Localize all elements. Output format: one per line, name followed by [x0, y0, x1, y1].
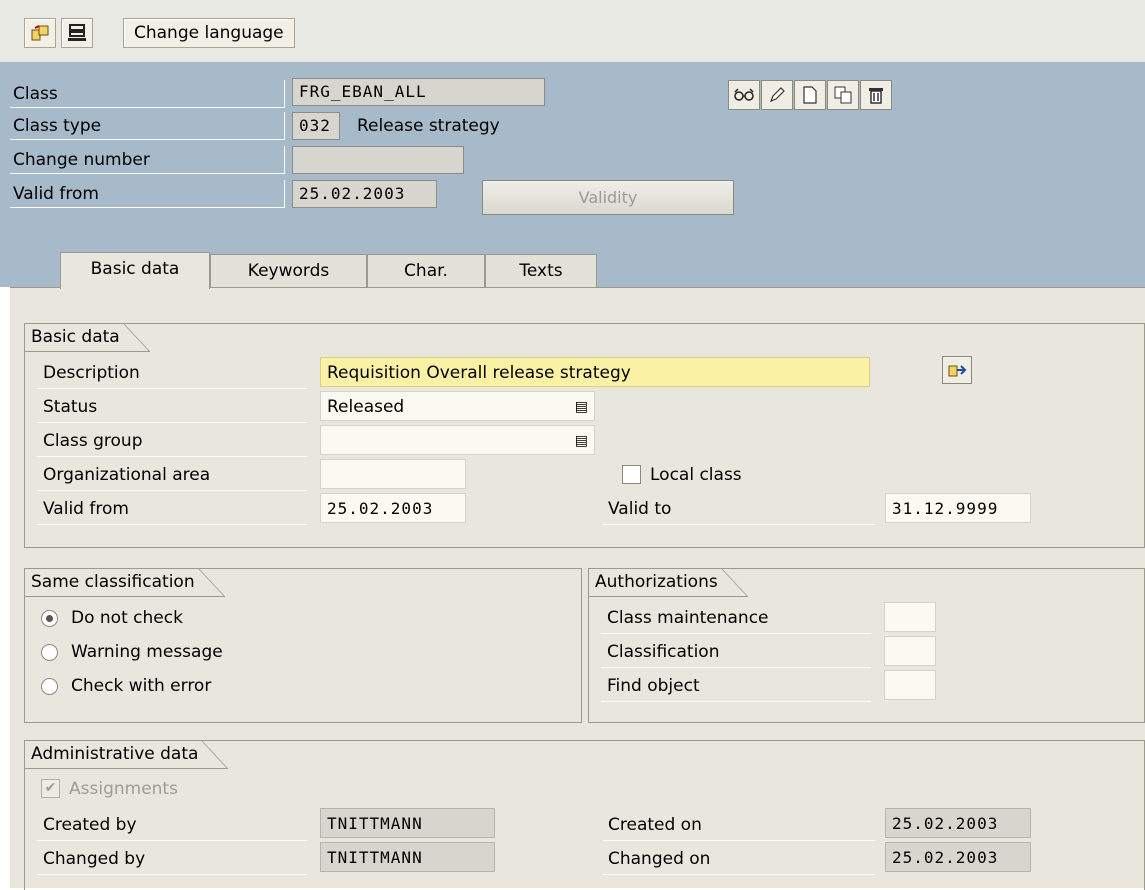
changed-by-label: Changed by: [43, 849, 146, 869]
assignments-label: Assignments: [69, 779, 178, 799]
application-toolbar: Change language: [0, 0, 1145, 62]
class-type-text: Release strategy: [357, 116, 500, 136]
local-class-checkbox[interactable]: [622, 465, 641, 484]
change-pencil-icon[interactable]: [761, 80, 793, 110]
valid-from-label: Valid from: [10, 180, 285, 208]
changed-on-label: Changed on: [608, 849, 711, 869]
class-label: Class: [10, 80, 285, 108]
tab-basic-data[interactable]: Basic data: [60, 252, 210, 289]
changed-by-field[interactable]: TNITTMANN: [320, 842, 495, 872]
tab-char[interactable]: Char.: [367, 254, 485, 288]
row-divider: [37, 524, 307, 525]
status-field[interactable]: Released ▤: [320, 391, 595, 421]
created-by-field[interactable]: TNITTMANN: [320, 808, 495, 838]
check-with-error-radio[interactable]: [41, 678, 58, 695]
status-value: Released: [327, 397, 405, 417]
row-divider: [37, 388, 307, 389]
valid-from-field[interactable]: 25.02.2003: [320, 493, 466, 523]
org-area-field[interactable]: [320, 459, 466, 489]
value-help-icon[interactable]: ▤: [575, 392, 588, 422]
row-divider: [603, 874, 875, 875]
org-area-label: Organizational area: [43, 465, 211, 485]
authorizations-title: Authorizations: [589, 569, 748, 597]
class-maintenance-label: Class maintenance: [607, 608, 769, 628]
class-action-icons: [728, 80, 893, 110]
warning-message-label: Warning message: [71, 642, 223, 662]
row-divider: [37, 422, 307, 423]
basic-data-title: Basic data: [25, 324, 150, 352]
same-classification-title: Same classification: [25, 569, 225, 597]
class-type-field[interactable]: 032: [292, 112, 340, 140]
valid-to-label: Valid to: [608, 499, 672, 519]
class-group-label: Class group: [43, 431, 143, 451]
class-type-label: Class type: [10, 112, 285, 140]
find-object-label: Find object: [607, 676, 700, 696]
local-class-label: Local class: [650, 465, 742, 485]
created-by-label: Created by: [43, 815, 137, 835]
check-with-error-label: Check with error: [71, 676, 212, 696]
administrative-data-group: Administrative data ✔ Assignments Create…: [24, 740, 1145, 890]
copy-icon[interactable]: [827, 80, 859, 110]
description-field[interactable]: Requisition Overall release strategy: [320, 357, 870, 387]
row-divider: [603, 840, 875, 841]
delete-trash-icon[interactable]: [860, 80, 892, 110]
change-number-label: Change number: [10, 146, 285, 174]
tab-keywords[interactable]: Keywords: [210, 254, 367, 288]
valid-to-field[interactable]: 31.12.9999: [885, 493, 1031, 523]
find-object-field[interactable]: [884, 670, 936, 700]
assignments-checkbox: ✔: [41, 779, 60, 798]
status-label: Status: [43, 397, 98, 417]
create-page-icon[interactable]: [794, 80, 826, 110]
row-divider: [603, 524, 875, 525]
row-divider: [37, 840, 307, 841]
translate-icon[interactable]: [942, 356, 972, 384]
class-field[interactable]: FRG_EBAN_ALL: [292, 78, 545, 106]
administrative-data-title: Administrative data: [25, 741, 229, 769]
do-not-check-label: Do not check: [71, 608, 183, 628]
row-divider: [37, 490, 307, 491]
classification-label: Classification: [607, 642, 720, 662]
same-classification-group: Same classification Do not check Warning…: [24, 568, 582, 723]
row-divider: [37, 874, 307, 875]
created-on-label: Created on: [608, 815, 702, 835]
row-divider: [601, 701, 871, 702]
display-text-icon[interactable]: [61, 18, 93, 48]
warning-message-radio[interactable]: [41, 644, 58, 661]
classification-field[interactable]: [884, 636, 936, 666]
change-number-field[interactable]: [292, 146, 464, 174]
do-not-check-radio[interactable]: [41, 610, 58, 627]
valid-from-label: Valid from: [43, 499, 129, 519]
value-help-icon[interactable]: ▤: [575, 426, 588, 456]
change-language-button[interactable]: Change language: [123, 18, 295, 48]
row-divider: [601, 667, 871, 668]
display-glasses-icon[interactable]: [728, 80, 760, 110]
validity-button[interactable]: Validity: [482, 180, 734, 215]
row-divider: [601, 633, 871, 634]
description-label: Description: [43, 363, 140, 383]
row-divider: [37, 456, 307, 457]
tab-panel: Basic data Description Requisition Overa…: [10, 287, 1145, 890]
valid-from-field[interactable]: 25.02.2003: [292, 180, 437, 208]
class-group-field[interactable]: ▤: [320, 425, 595, 455]
created-on-field[interactable]: 25.02.2003: [885, 808, 1031, 838]
other-language-icon[interactable]: [24, 18, 56, 48]
changed-on-field[interactable]: 25.02.2003: [885, 842, 1031, 872]
tab-texts[interactable]: Texts: [485, 254, 597, 288]
basic-data-group: Basic data Description Requisition Overa…: [24, 323, 1145, 548]
class-maintenance-field[interactable]: [884, 602, 936, 632]
authorizations-group: Authorizations Class maintenance Classif…: [588, 568, 1145, 723]
